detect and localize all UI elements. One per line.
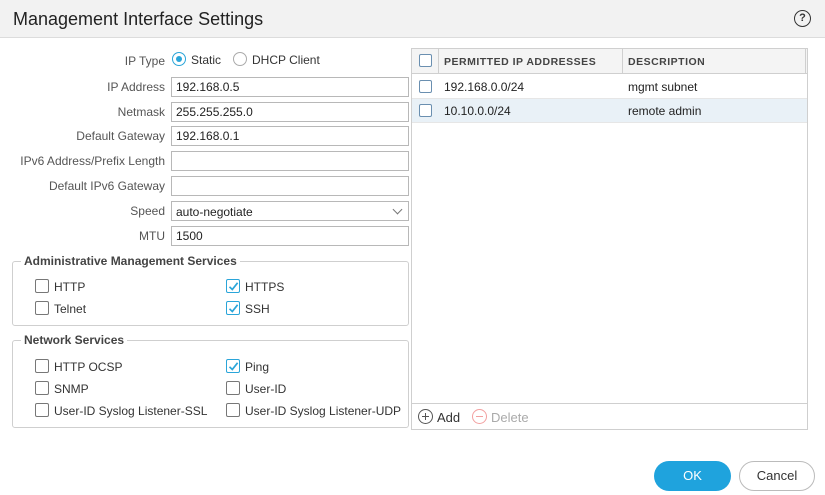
radio-static-label: Static (191, 53, 222, 67)
netmask-field[interactable] (171, 102, 409, 122)
checkbox-http-box[interactable] (35, 279, 49, 293)
row-description: mgmt subnet (628, 80, 698, 94)
checkbox-ping-box[interactable] (226, 359, 240, 373)
row-description: remote admin (628, 104, 702, 118)
checkbox-userid-syslog-ssl-label: User-ID Syslog Listener-SSL (54, 404, 208, 418)
column-divider (622, 49, 623, 74)
speed-label: Speed (130, 204, 165, 218)
grid-header: PERMITTED IP ADDRESSES DESCRIPTION (412, 49, 807, 74)
select-all-checkbox[interactable] (419, 54, 432, 67)
ip-address-label: IP Address (107, 80, 165, 94)
network-services-group: Network Services HTTP OCSP Ping SNMP Use… (12, 333, 409, 428)
checkbox-ssh-box[interactable] (226, 301, 240, 315)
checkbox-http-ocsp-box[interactable] (35, 359, 49, 373)
dialog-title: Management Interface Settings (13, 9, 264, 29)
checkbox-ssh-label: SSH (245, 302, 270, 316)
radio-dhcp-indicator[interactable] (233, 52, 247, 66)
speed-select[interactable]: auto-negotiate (171, 201, 409, 221)
add-button-label: Add (437, 410, 461, 425)
ipv6-address-label: IPv6 Address/Prefix Length (20, 154, 165, 168)
table-row[interactable]: 10.10.0.0/24 remote admin (412, 99, 807, 123)
permitted-ip-grid: PERMITTED IP ADDRESSES DESCRIPTION 192.1… (411, 48, 808, 430)
network-services-title: Network Services (21, 333, 128, 347)
ipv6-address-field[interactable] (171, 151, 409, 171)
checkbox-https-label: HTTPS (245, 280, 285, 294)
ip-type-label: IP Type (124, 54, 165, 68)
grid-footer: Add Delete (412, 403, 807, 429)
ip-address-field[interactable] (171, 77, 409, 97)
radio-static-indicator[interactable] (172, 52, 186, 66)
ipv6-gateway-label: Default IPv6 Gateway (48, 179, 165, 193)
checkbox-userid-syslog-ssl-box[interactable] (35, 403, 49, 417)
admin-services-title: Administrative Management Services (21, 254, 240, 268)
checkbox-userid-syslog-udp-label: User-ID Syslog Listener-UDP (245, 404, 402, 418)
default-gateway-label: Default Gateway (76, 129, 165, 143)
ipv6-gateway-field[interactable] (171, 176, 409, 196)
row-checkbox[interactable] (419, 80, 432, 93)
plus-circle-icon[interactable] (418, 409, 433, 424)
admin-services-group: Administrative Management Services HTTP … (12, 254, 409, 326)
checkbox-user-id-label: User-ID (245, 382, 287, 396)
help-icon[interactable]: ? (794, 10, 811, 27)
mtu-label: MTU (139, 229, 165, 243)
checkbox-user-id-box[interactable] (226, 381, 240, 395)
checkbox-snmp-box[interactable] (35, 381, 49, 395)
dialog-titlebar: Management Interface Settings ? (0, 0, 825, 38)
checkbox-https-box[interactable] (226, 279, 240, 293)
chevron-down-icon[interactable] (392, 204, 403, 215)
ok-button[interactable]: OK (654, 461, 731, 491)
checkbox-userid-syslog-udp-box[interactable] (226, 403, 240, 417)
row-address: 192.168.0.0/24 (444, 80, 525, 94)
checkbox-telnet-label: Telnet (54, 302, 87, 316)
column-header-description[interactable]: DESCRIPTION (628, 56, 705, 68)
radio-dhcp-label: DHCP Client (252, 53, 320, 67)
checkbox-http-label: HTTP (54, 280, 86, 294)
checkbox-http-ocsp-label: HTTP OCSP (54, 360, 123, 374)
checkbox-snmp-label: SNMP (54, 382, 89, 396)
checkbox-ping-label: Ping (245, 360, 270, 374)
column-divider (438, 49, 439, 74)
checkbox-telnet-box[interactable] (35, 301, 49, 315)
cancel-button[interactable]: Cancel (739, 461, 815, 491)
row-checkbox[interactable] (419, 104, 432, 117)
mtu-field[interactable] (171, 226, 409, 246)
speed-select-value: auto-negotiate (176, 205, 253, 219)
column-divider (805, 49, 806, 74)
row-address: 10.10.0.0/24 (444, 104, 511, 118)
minus-circle-icon[interactable] (472, 409, 487, 424)
column-header-permitted-ip[interactable]: PERMITTED IP ADDRESSES (444, 56, 596, 68)
default-gateway-field[interactable] (171, 126, 409, 146)
table-row[interactable]: 192.168.0.0/24 mgmt subnet (412, 75, 807, 99)
netmask-label: Netmask (117, 105, 165, 119)
delete-button-label: Delete (491, 410, 529, 425)
